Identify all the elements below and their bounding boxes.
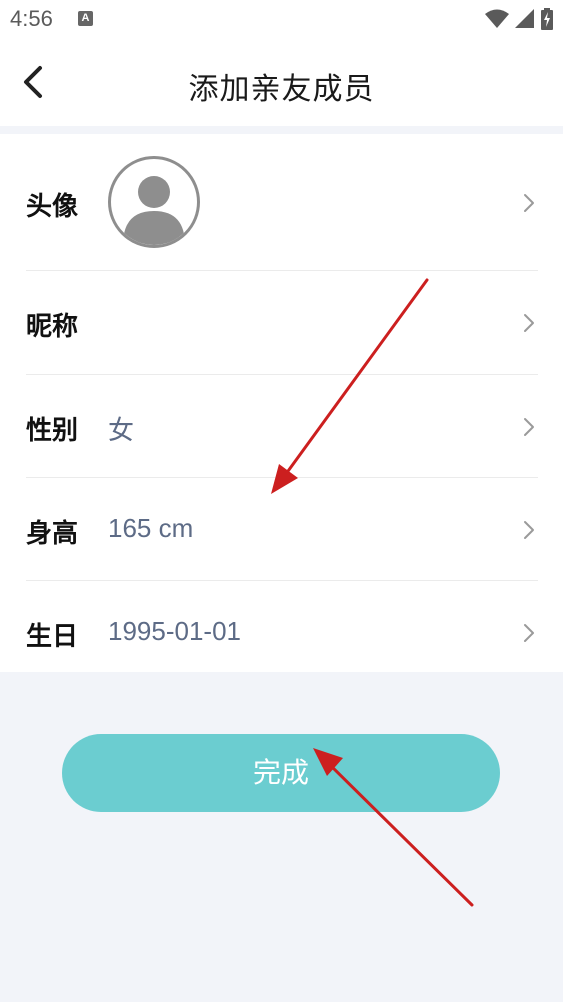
- status-bar: 4:56 A: [0, 0, 563, 38]
- row-height[interactable]: 身高 165 cm: [26, 477, 538, 581]
- row-label: 性别: [26, 416, 79, 446]
- chevron-right-icon: [524, 314, 534, 332]
- notification-a-icon: A: [78, 11, 93, 26]
- wifi-icon: [485, 9, 509, 28]
- row-label: 生日: [26, 622, 79, 652]
- chevron-right-icon: [524, 194, 534, 212]
- row-gender[interactable]: 性别 女: [26, 374, 538, 478]
- row-nickname[interactable]: 昵称: [26, 270, 538, 375]
- row-label: 昵称: [26, 312, 79, 342]
- page-title: 添加亲友成员: [188, 72, 375, 107]
- row-avatar[interactable]: 头像: [26, 134, 538, 271]
- status-icons: [485, 8, 553, 30]
- signal-icon: [515, 9, 534, 28]
- header: 添加亲友成员: [0, 38, 563, 126]
- battery-charging-icon: [541, 8, 553, 30]
- row-label: 身高: [26, 519, 79, 549]
- avatar[interactable]: [108, 156, 200, 248]
- row-birthday[interactable]: 生日 1995-01-01: [26, 580, 538, 672]
- chevron-right-icon: [524, 521, 534, 539]
- height-value: 165 cm: [108, 513, 194, 543]
- gender-value: 女: [108, 416, 135, 446]
- user-avatar-icon: [123, 176, 185, 245]
- row-label: 头像: [26, 192, 79, 222]
- member-form: 头像 昵称 性别 女 身高 165 cm 生日 1995-01-01: [0, 134, 563, 672]
- done-button[interactable]: 完成: [62, 734, 500, 812]
- birthday-value: 1995-01-01: [108, 616, 241, 646]
- chevron-right-icon: [524, 624, 534, 642]
- chevron-right-icon: [524, 418, 534, 436]
- status-time: 4:56: [10, 6, 53, 31]
